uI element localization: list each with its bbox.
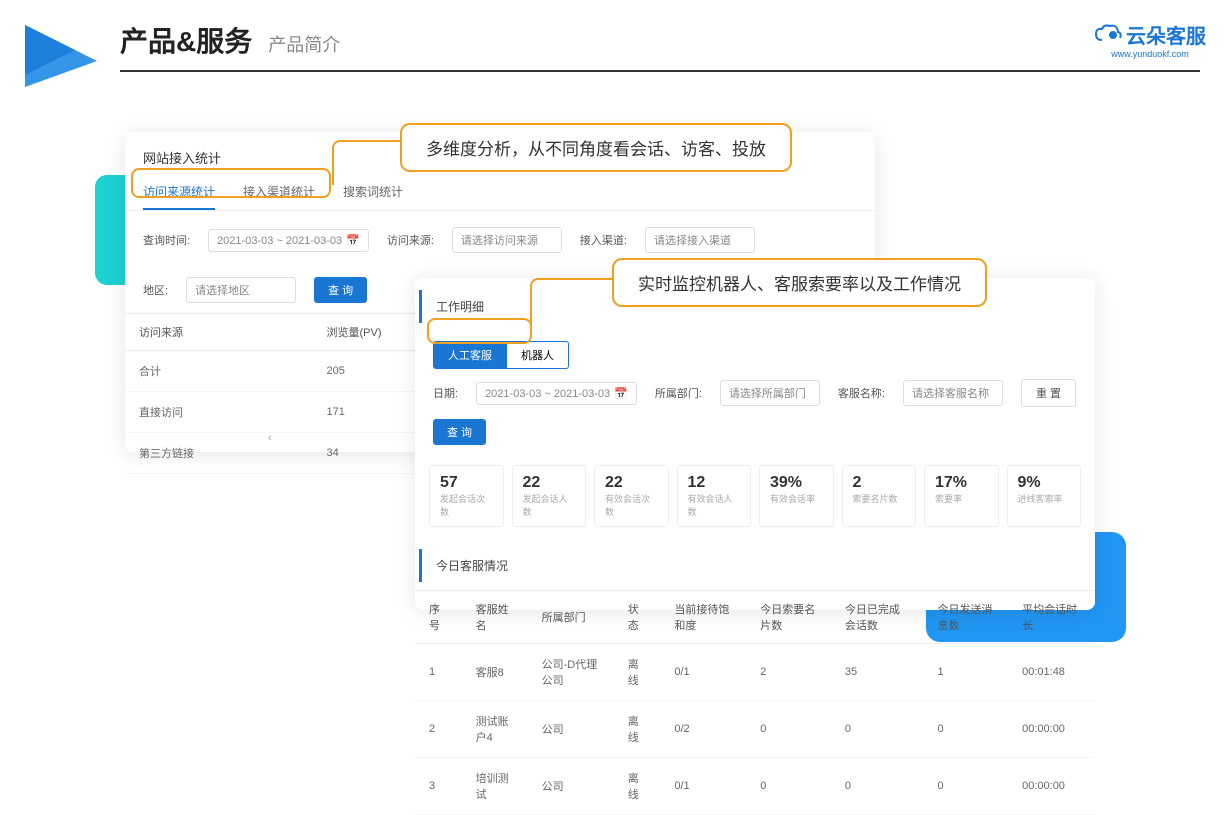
highlight-box-tabs: [131, 168, 331, 198]
callout-connector-2: [530, 278, 612, 333]
stat-value: 17%: [935, 474, 988, 492]
stat-label: 进线客索率: [1018, 492, 1071, 505]
region-label: 地区:: [143, 282, 168, 298]
p2-date-label: 日期:: [433, 385, 458, 401]
stat-label: 索要名片数: [853, 492, 906, 505]
p2-dept-label: 所属部门:: [655, 385, 702, 401]
calendar-icon: 📅: [614, 388, 628, 400]
stat-label: 发起会话次数: [440, 492, 493, 518]
scroll-left-icon[interactable]: ‹: [268, 432, 272, 444]
seg-robot[interactable]: 机器人: [507, 341, 569, 369]
logo-url: www.yunduokf.com: [1094, 49, 1206, 59]
stat-value: 9%: [1018, 474, 1071, 492]
region-input[interactable]: 请选择地区: [186, 277, 296, 303]
stat-card: 39%有效会话率: [759, 465, 834, 527]
source-input[interactable]: 请选择访问来源: [452, 227, 562, 253]
header-divider: [120, 70, 1200, 72]
reset-button[interactable]: 重 置: [1021, 379, 1076, 407]
stats-row: 57发起会话次数22发起会话人数22有效会话次数12有效会话人数39%有效会话率…: [415, 455, 1095, 541]
col-source: 访问来源: [125, 314, 312, 351]
stat-label: 有效会话率: [770, 492, 823, 505]
stat-value: 39%: [770, 474, 823, 492]
stat-card: 9%进线客索率: [1007, 465, 1082, 527]
callout-analysis: 多维度分析，从不同角度看会话、访客、投放: [400, 123, 792, 172]
source-label: 访问来源:: [387, 232, 434, 248]
stat-value: 22: [605, 474, 658, 492]
stat-card: 57发起会话次数: [429, 465, 504, 527]
panel2-filters: 日期: 2021-03-03 ~ 2021-03-03📅 所属部门: 请选择所属…: [415, 369, 1095, 455]
channel-input[interactable]: 请选择接入渠道: [645, 227, 755, 253]
stat-label: 索要率: [935, 492, 988, 505]
stat-value: 22: [523, 474, 576, 492]
stat-label: 发起会话人数: [523, 492, 576, 518]
seg-human[interactable]: 人工客服: [433, 341, 507, 369]
date-label: 查询时间:: [143, 232, 190, 248]
calendar-icon: 📅: [346, 235, 360, 247]
callout-connector-1: [332, 140, 400, 185]
play-icon: [25, 25, 97, 92]
stat-card: 12有效会话人数: [677, 465, 752, 527]
table-row: 1客服8公司-D代理公司离线0/1235100:01:48: [415, 644, 1095, 701]
table-row: 3培训测试公司离线0/100000:00:00: [415, 758, 1095, 815]
panel2-table: 序号客服姓名所属部门状态当前接待饱和度今日索要名片数今日已完成会话数今日发送消息…: [415, 590, 1095, 815]
stat-card: 22发起会话人数: [512, 465, 587, 527]
callout-monitor: 实时监控机器人、客服索要率以及工作情况: [612, 258, 987, 307]
p2-date-input[interactable]: 2021-03-03 ~ 2021-03-03📅: [476, 382, 637, 405]
stat-card: 2索要名片数: [842, 465, 917, 527]
stat-card: 17%索要率: [924, 465, 999, 527]
cloud-icon: [1094, 24, 1122, 46]
section-today: 今日客服情况: [419, 549, 1091, 582]
logo-text: 云朵客服: [1126, 20, 1206, 49]
search-button[interactable]: 查 询: [314, 277, 367, 303]
table-row: 2测试账户4公司离线0/200000:00:00: [415, 701, 1095, 758]
channel-label: 接入渠道:: [580, 232, 627, 248]
stat-value: 2: [853, 474, 906, 492]
p2-name-label: 客服名称:: [838, 385, 885, 401]
stat-card: 22有效会话次数: [594, 465, 669, 527]
highlight-box-segments: [427, 318, 532, 344]
p2-search-button[interactable]: 查 询: [433, 419, 486, 445]
page-title: 产品&服务: [120, 20, 252, 60]
stat-value: 57: [440, 474, 493, 492]
page-header: 产品&服务 产品简介 云朵客服 www.yunduokf.com: [0, 0, 1226, 72]
date-range-input[interactable]: 2021-03-03 ~ 2021-03-03📅: [208, 229, 369, 252]
p2-name-input[interactable]: 请选择客服名称: [903, 380, 1003, 406]
stat-value: 12: [688, 474, 741, 492]
brand-logo: 云朵客服 www.yunduokf.com: [1094, 20, 1206, 59]
stat-label: 有效会话次数: [605, 492, 658, 518]
page-subtitle: 产品简介: [268, 31, 340, 57]
p2-dept-input[interactable]: 请选择所属部门: [720, 380, 820, 406]
stat-label: 有效会话人数: [688, 492, 741, 518]
